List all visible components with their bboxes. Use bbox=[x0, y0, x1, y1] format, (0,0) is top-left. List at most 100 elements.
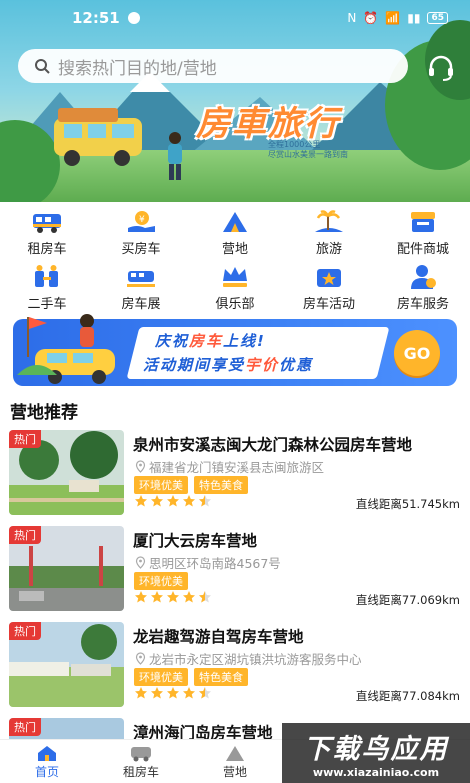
activity-icon bbox=[317, 269, 341, 287]
camp-distance: 直线距离77.084km bbox=[355, 689, 460, 703]
star-icon bbox=[167, 495, 179, 507]
service-icon bbox=[411, 265, 436, 289]
go-button[interactable]: GO bbox=[394, 330, 440, 376]
category-label: 房车活动 bbox=[302, 297, 355, 312]
category-parts-shop[interactable]: 配件商城 bbox=[376, 205, 470, 258]
nav-label: 营地 bbox=[222, 764, 247, 779]
rating-stars bbox=[134, 590, 212, 604]
nav-campsite[interactable]: 营地 bbox=[188, 740, 282, 783]
half-star-icon bbox=[199, 591, 211, 603]
category-grid: 租房车 ¥ 买房车 营地 旅游 配件商城 二手车 房车展 俱乐部 房车活动 房车… bbox=[0, 205, 470, 313]
star-icon bbox=[183, 687, 195, 699]
nfc-icon: N bbox=[347, 11, 357, 25]
hero-title: 房車旅行 bbox=[196, 104, 340, 144]
search-bar[interactable]: 搜索热门目的地/营地 bbox=[18, 49, 408, 83]
star-icon bbox=[135, 687, 147, 699]
location-pin-icon bbox=[135, 556, 146, 569]
svg-text:¥: ¥ bbox=[139, 215, 145, 225]
hero-subtitle-line: 全程1000公里 bbox=[268, 140, 321, 149]
club-icon bbox=[223, 267, 247, 287]
camp-address-text: 思明区环岛南路4567号 bbox=[149, 556, 281, 571]
rv-buy-icon: ¥ bbox=[128, 211, 155, 232]
promo-text: 优惠 bbox=[279, 356, 314, 374]
category-label: 俱乐部 bbox=[215, 297, 255, 312]
location-pin-icon bbox=[135, 460, 146, 473]
camp-tag: 环境优美 bbox=[134, 572, 188, 590]
camp-address: 福建省龙门镇安溪县志闽旅游区 bbox=[135, 457, 324, 476]
camp-address-text: 福建省龙门镇安溪县志闽旅游区 bbox=[149, 460, 325, 475]
category-buy-rv[interactable]: ¥ 买房车 bbox=[94, 205, 188, 258]
camp-tags: 环境优美 bbox=[134, 572, 188, 590]
signal-icon: ▮▮ bbox=[407, 11, 421, 25]
location-pin-icon bbox=[135, 652, 146, 665]
star-icon bbox=[135, 591, 147, 603]
camp-card[interactable]: 热门 泉州市安溪志闽大龙门森林公园房车营地 福建省龙门镇安溪县志闽旅游区 环境优… bbox=[0, 430, 470, 526]
promo-text: 上线! bbox=[223, 332, 266, 350]
category-rent-rv[interactable]: 租房车 bbox=[0, 205, 94, 258]
star-icon bbox=[151, 591, 163, 603]
category-rv-activity[interactable]: 房车活动 bbox=[282, 260, 376, 313]
used-car-icon bbox=[35, 265, 58, 287]
app-root: 房車旅行 全程1000公里 尽赏山水美景一路到南 12:51 N ⏰ 📶 ▮▮ … bbox=[0, 0, 470, 783]
nav-label: 租房车 bbox=[122, 764, 159, 779]
category-row: 租房车 ¥ 买房车 营地 旅游 配件商城 bbox=[0, 205, 470, 258]
status-icons: N ⏰ 📶 ▮▮ 65 bbox=[347, 11, 448, 25]
category-rv-service[interactable]: 房车服务 bbox=[376, 260, 470, 313]
search-icon bbox=[35, 59, 50, 74]
nav-rent-rv[interactable]: 租房车 bbox=[94, 740, 188, 783]
promo-text: 庆祝 bbox=[155, 332, 190, 350]
category-label: 营地 bbox=[221, 242, 248, 257]
rv-show-icon bbox=[127, 271, 155, 287]
camp-name: 龙岩趣驾游自驾房车营地 bbox=[133, 628, 304, 646]
half-star-icon bbox=[199, 687, 211, 699]
campsite-icon bbox=[223, 212, 247, 232]
promo-highlight: 房车 bbox=[189, 332, 224, 350]
category-campsite[interactable]: 营地 bbox=[188, 205, 282, 258]
watermark: 下载鸟应用 www.xiazainiao.com bbox=[282, 723, 470, 783]
star-icon bbox=[135, 495, 147, 507]
category-label: 租房车 bbox=[27, 242, 67, 257]
hot-badge: 热门 bbox=[9, 430, 41, 448]
star-icon bbox=[183, 591, 195, 603]
category-label: 旅游 bbox=[315, 242, 342, 257]
promo-text: 活动期间享受 bbox=[143, 356, 246, 374]
promo-illustration bbox=[17, 314, 115, 384]
camp-address-text: 龙岩市永定区湖坑镇洪坑游客服务中心 bbox=[149, 652, 362, 667]
star-icon bbox=[167, 687, 179, 699]
camp-address: 思明区环岛南路4567号 bbox=[135, 553, 281, 572]
travel-icon bbox=[315, 210, 343, 232]
category-label: 房车服务 bbox=[396, 297, 449, 312]
rating-stars bbox=[134, 494, 212, 508]
hot-badge: 热门 bbox=[9, 622, 41, 640]
campsite-icon bbox=[226, 745, 244, 761]
hot-badge: 热门 bbox=[9, 526, 41, 544]
half-star-icon bbox=[199, 495, 211, 507]
rv-rental-icon bbox=[131, 746, 151, 761]
shop-icon bbox=[411, 212, 435, 232]
camp-distance: 直线距离51.745km bbox=[355, 497, 460, 511]
watermark-url: www.xiazainiao.com bbox=[312, 766, 440, 779]
alarm-icon: ⏰ bbox=[363, 11, 379, 25]
category-club[interactable]: 俱乐部 bbox=[188, 260, 282, 313]
status-bar: 12:51 N ⏰ 📶 ▮▮ 65 bbox=[0, 0, 470, 36]
traveler-illustration bbox=[168, 132, 182, 180]
camp-distance: 直线距离77.069km bbox=[355, 593, 460, 607]
camp-card[interactable]: 热门 厦门大云房车营地 思明区环岛南路4567号 环境优美 直线距离77.069… bbox=[0, 526, 470, 622]
star-icon bbox=[151, 687, 163, 699]
star-icon bbox=[151, 495, 163, 507]
category-travel[interactable]: 旅游 bbox=[282, 205, 376, 258]
customer-service-icon[interactable] bbox=[426, 53, 456, 83]
wifi-icon: 📶 bbox=[385, 11, 401, 25]
hot-badge: 热门 bbox=[9, 718, 41, 736]
battery-icon: 65 bbox=[427, 12, 448, 24]
promo-line-2: 活动期间享受宇价优惠 bbox=[143, 354, 313, 375]
camp-name: 泉州市安溪志闽大龙门森林公园房车营地 bbox=[133, 436, 413, 454]
search-placeholder: 搜索热门目的地/营地 bbox=[58, 58, 217, 79]
section-title: 营地推荐 bbox=[10, 403, 78, 423]
status-time: 12:51 bbox=[72, 9, 120, 27]
promo-banner[interactable]: 庆祝房车上线! 活动期间享受宇价优惠 GO bbox=[13, 314, 457, 386]
nav-home[interactable]: 首页 bbox=[0, 740, 94, 783]
promo-line-1: 庆祝房车上线! bbox=[155, 330, 266, 351]
camp-card[interactable]: 热门 龙岩趣驾游自驾房车营地 龙岩市永定区湖坑镇洪坑游客服务中心 环境优美 特色… bbox=[0, 622, 470, 718]
watermark-title: 下载鸟应用 bbox=[303, 734, 449, 765]
